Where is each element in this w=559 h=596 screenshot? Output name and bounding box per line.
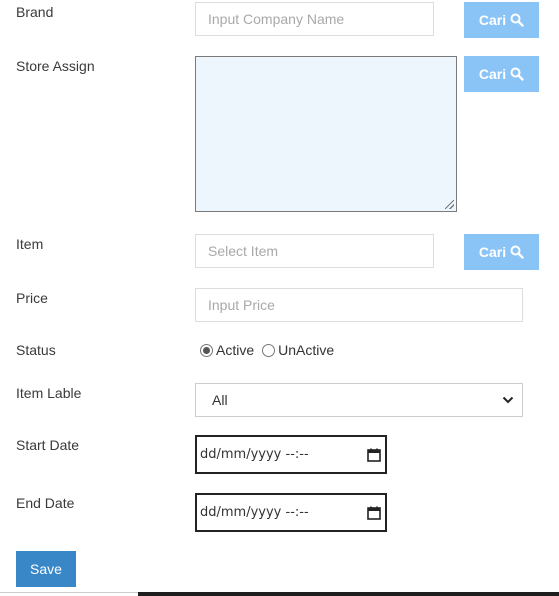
brand-search-button[interactable]: Cari	[464, 2, 539, 38]
item-input[interactable]: Select Item	[195, 234, 434, 268]
status-radio-group: Active UnActive	[200, 342, 334, 358]
radio-button-unactive[interactable]	[262, 343, 276, 357]
status-label: Status	[16, 342, 56, 358]
chevron-down-icon	[502, 396, 514, 404]
item-label: Item	[16, 236, 44, 252]
store-assign-label: Store Assign	[16, 58, 95, 74]
price-label: Price	[16, 290, 48, 306]
calendar-icon[interactable]	[367, 506, 381, 520]
end-date-label: End Date	[16, 495, 75, 511]
status-option-active-label: Active	[216, 342, 255, 358]
radio-button-active[interactable]	[200, 343, 213, 357]
product-form: Brand Input Company Name Cari Store Assi…	[0, 0, 559, 596]
item-input-placeholder: Select Item	[208, 243, 279, 259]
store-assign-textarea[interactable]	[195, 56, 457, 212]
price-input-placeholder: Input Price	[208, 297, 275, 313]
price-input[interactable]: Input Price	[195, 288, 523, 322]
brand-input[interactable]: Input Company Name	[195, 2, 434, 36]
brand-label: Brand	[16, 4, 54, 20]
save-button[interactable]: Save	[16, 551, 76, 587]
divider	[0, 592, 138, 593]
store-assign-search-button[interactable]: Cari	[464, 56, 539, 92]
start-date-input[interactable]: dd/mm/yyyy --:--	[195, 435, 387, 474]
store-assign-search-button-label: Cari	[478, 66, 507, 82]
status-option-unactive-label: UnActive	[278, 342, 335, 358]
brand-input-placeholder: Input Company Name	[208, 11, 345, 27]
horizontal-scrollbar[interactable]	[138, 592, 559, 596]
item-search-button-label: Cari	[478, 244, 507, 260]
status-option-active[interactable]: Active	[200, 342, 254, 358]
end-date-input[interactable]: dd/mm/yyyy --:--	[195, 493, 387, 532]
end-date-placeholder: dd/mm/yyyy --:--	[200, 505, 309, 520]
calendar-icon[interactable]	[367, 448, 381, 462]
item-lable-selected: All	[212, 392, 228, 408]
search-icon	[510, 67, 524, 81]
start-date-placeholder: dd/mm/yyyy --:--	[200, 447, 309, 462]
resize-grip-icon[interactable]	[445, 200, 454, 209]
item-lable-label: Item Lable	[16, 385, 82, 401]
start-date-label: Start Date	[16, 437, 80, 453]
search-icon	[510, 13, 524, 27]
brand-search-button-label: Cari	[478, 12, 507, 28]
item-lable-select[interactable]: All	[195, 383, 523, 417]
item-search-button[interactable]: Cari	[464, 234, 539, 270]
search-icon	[510, 245, 524, 259]
status-option-unactive[interactable]: UnActive	[262, 342, 334, 358]
